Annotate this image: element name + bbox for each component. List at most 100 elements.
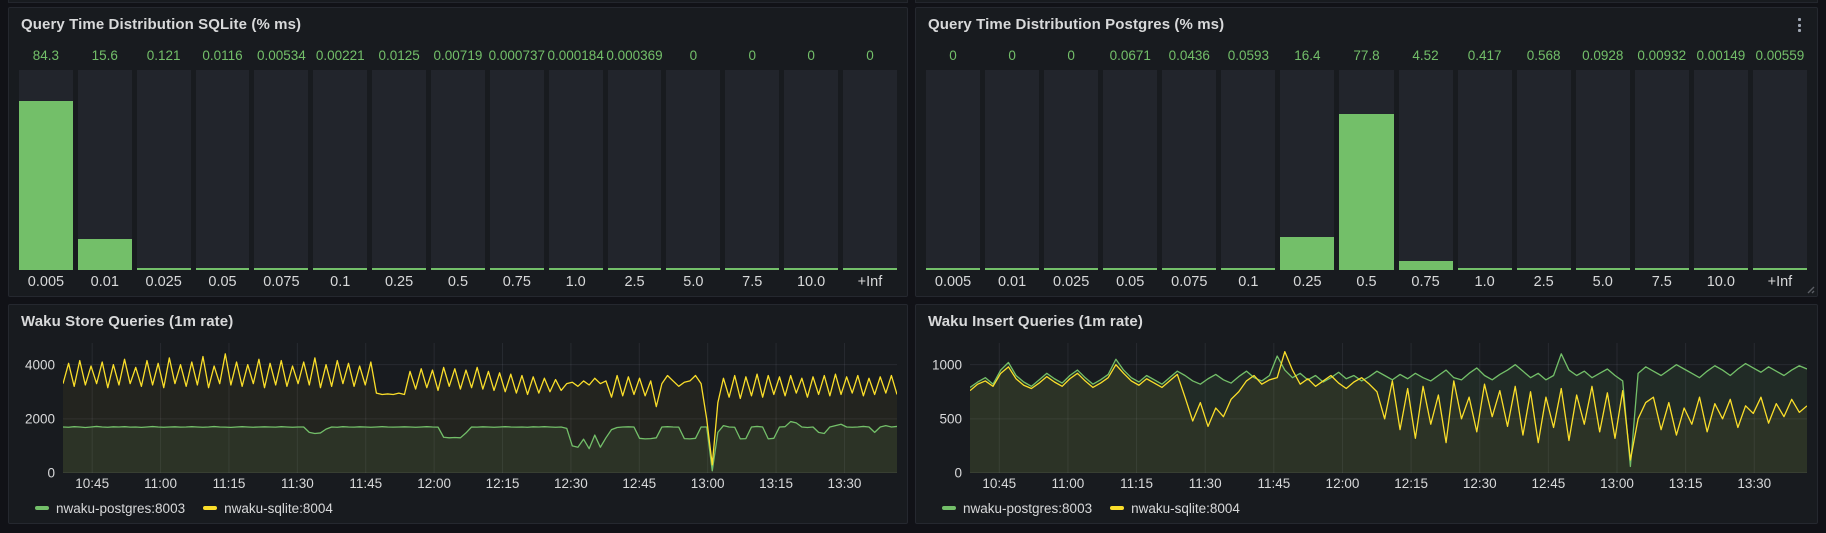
bar-track <box>1280 70 1334 270</box>
bar-track <box>926 70 980 270</box>
bucket-label: 1.0 <box>1458 270 1512 294</box>
y-tick-label: 4000 <box>25 357 55 372</box>
x-tick-label: 12:45 <box>1531 476 1565 491</box>
panel-title: Query Time Distribution Postgres (% ms) <box>928 16 1224 33</box>
bar-bucket: 16.40.25 <box>1280 40 1334 294</box>
bar-bucket: 0.5682.5 <box>1517 40 1571 294</box>
bucket-label: 0.1 <box>313 270 367 294</box>
legend: nwaku-postgres:8003 nwaku-sqlite:8004 <box>916 493 1817 523</box>
x-tick-label: 13:15 <box>759 476 793 491</box>
bucket-value: 0.000369 <box>608 40 662 70</box>
bucket-value: 0 <box>784 40 838 70</box>
bar-track <box>549 70 603 270</box>
panel-header[interactable]: Waku Store Queries (1m rate) <box>9 305 907 337</box>
bucket-value: 0.417 <box>1458 40 1512 70</box>
bucket-label: 0.005 <box>926 270 980 294</box>
x-tick-label: 12:30 <box>554 476 588 491</box>
bucket-value: 0.00149 <box>1694 40 1748 70</box>
legend-label: nwaku-postgres:8003 <box>56 501 185 516</box>
bar-bucket: 0.0116 0.05 <box>196 40 250 294</box>
y-tick-label: 0 <box>954 466 962 481</box>
bar-track <box>666 70 720 270</box>
legend-item[interactable]: nwaku-postgres:8003 <box>35 501 185 516</box>
x-tick-label: 13:00 <box>691 476 725 491</box>
bucket-value: 0.00534 <box>254 40 308 70</box>
bar-track <box>78 70 132 270</box>
bucket-label: 0.025 <box>137 270 191 294</box>
bucket-label: 2.5 <box>608 270 662 294</box>
bucket-value: 0.000737 <box>490 40 544 70</box>
bar-track <box>1044 70 1098 270</box>
bar-bucket: 4.520.75 <box>1399 40 1453 294</box>
x-tick-label: 12:00 <box>417 476 451 491</box>
bucket-value: 0 <box>725 40 779 70</box>
bar-bucket: 0.00534 0.075 <box>254 40 308 294</box>
bucket-value: 0.00932 <box>1635 40 1689 70</box>
bucket-value: 84.3 <box>19 40 73 70</box>
bar-track <box>985 70 1039 270</box>
bucket-label: 0.01 <box>78 270 132 294</box>
y-tick-label: 1000 <box>932 357 962 372</box>
panel-title: Query Time Distribution SQLite (% ms) <box>21 16 301 33</box>
bar-bucket: 0.05930.1 <box>1221 40 1275 294</box>
bucket-value: 77.8 <box>1339 40 1393 70</box>
bucket-value: 0.0671 <box>1103 40 1157 70</box>
bar-fill <box>1339 114 1393 270</box>
chart-plot-area[interactable] <box>63 343 897 473</box>
bar-track <box>19 70 73 270</box>
legend-swatch-icon <box>942 506 956 510</box>
bucket-label: 0.25 <box>372 270 426 294</box>
legend-swatch-icon <box>203 506 217 510</box>
bucket-label: 0.5 <box>431 270 485 294</box>
kebab-menu-icon[interactable] <box>1791 16 1807 34</box>
y-tick-label: 2000 <box>25 411 55 426</box>
legend-label: nwaku-sqlite:8004 <box>224 501 333 516</box>
bar-track <box>843 70 897 270</box>
chart-plot-area[interactable] <box>970 343 1807 473</box>
panel-grid: Query Time Distribution SQLite (% ms) 84… <box>8 7 1818 524</box>
legend-label: nwaku-sqlite:8004 <box>1131 501 1240 516</box>
bucket-label: 0.5 <box>1339 270 1393 294</box>
bucket-label: 7.5 <box>1635 270 1689 294</box>
x-tick-label: 11:15 <box>213 476 246 491</box>
bar-track <box>1753 70 1807 270</box>
bucket-label: 10.0 <box>1694 270 1748 294</box>
panel-header[interactable]: Waku Insert Queries (1m rate) <box>916 305 1817 337</box>
legend-item[interactable]: nwaku-sqlite:8004 <box>1110 501 1240 516</box>
bar-bucket: 0.04360.075 <box>1162 40 1216 294</box>
bar-fill <box>78 239 132 270</box>
legend-item[interactable]: nwaku-postgres:8003 <box>942 501 1092 516</box>
bucket-value: 0.00719 <box>431 40 485 70</box>
bucket-value: 0.0928 <box>1576 40 1630 70</box>
panel-header[interactable]: Query Time Distribution Postgres (% ms) <box>916 8 1817 40</box>
bar-bucket: 77.8 0.5 <box>1339 40 1393 294</box>
bucket-label: 0.025 <box>1044 270 1098 294</box>
resize-handle-icon[interactable] <box>1805 284 1815 294</box>
x-axis: 10:4511:0011:1511:3011:4512:0012:1512:30… <box>63 473 897 493</box>
bucket-value: 4.52 <box>1399 40 1453 70</box>
x-tick-label: 12:00 <box>1326 476 1360 491</box>
bar-track <box>313 70 367 270</box>
panel-title: Waku Insert Queries (1m rate) <box>928 313 1143 330</box>
bar-track <box>372 70 426 270</box>
legend-item[interactable]: nwaku-sqlite:8004 <box>203 501 333 516</box>
bucket-label: 10.0 <box>784 270 838 294</box>
bucket-value: 0.0116 <box>196 40 250 70</box>
bucket-value: 15.6 <box>78 40 132 70</box>
bucket-label: 0.05 <box>196 270 250 294</box>
bucket-label: 0.075 <box>254 270 308 294</box>
panel-header[interactable]: Query Time Distribution SQLite (% ms) <box>9 8 907 40</box>
bar-bucket: 0.01250.25 <box>372 40 426 294</box>
bar-track <box>784 70 838 270</box>
bar-bucket: 0.09285.0 <box>1576 40 1630 294</box>
panel-sqlite-distribution: Query Time Distribution SQLite (% ms) 84… <box>8 7 908 297</box>
bucket-label: 2.5 <box>1517 270 1571 294</box>
bucket-value: 0.0593 <box>1221 40 1275 70</box>
bucket-label: 5.0 <box>666 270 720 294</box>
x-tick-label: 11:45 <box>349 476 382 491</box>
bar-bucket: 0.06710.05 <box>1103 40 1157 294</box>
x-tick-label: 13:30 <box>828 476 862 491</box>
bucket-value: 16.4 <box>1280 40 1334 70</box>
bar-bucket: 0.002210.1 <box>313 40 367 294</box>
x-tick-label: 10:45 <box>75 476 109 491</box>
